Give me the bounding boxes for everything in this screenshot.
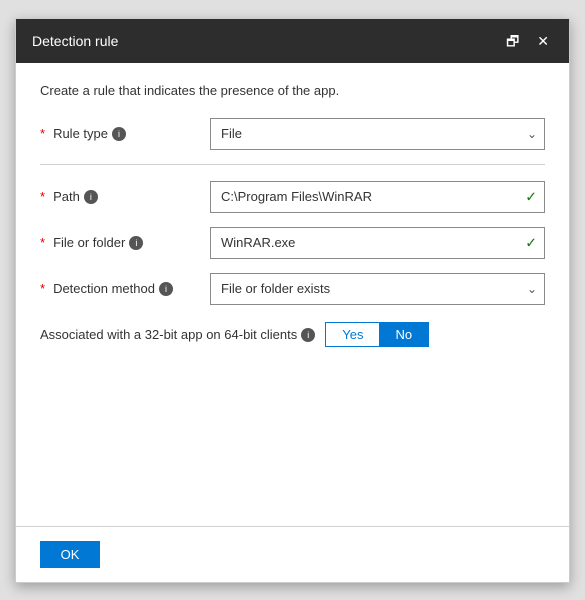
- path-control-wrapper: ✓: [210, 181, 545, 213]
- file-or-folder-control-wrapper: ✓: [210, 227, 545, 259]
- rule-type-row: * Rule type i File Registry MSI product …: [40, 118, 545, 150]
- path-label-text: Path: [53, 189, 80, 204]
- associated-32bit-row: Associated with a 32-bit app on 64-bit c…: [40, 319, 545, 351]
- detection-method-label-text: Detection method: [53, 281, 155, 296]
- required-star-file: *: [40, 235, 45, 250]
- rule-type-control-wrapper: File Registry MSI product code Script ⌄: [210, 118, 545, 150]
- detection-rule-dialog: Detection rule 🗗 ✕ Create a rule that in…: [15, 18, 570, 583]
- path-input[interactable]: [210, 181, 545, 213]
- path-input-wrapper: ✓: [210, 181, 545, 213]
- dialog-title: Detection rule: [32, 33, 118, 49]
- detection-method-select[interactable]: File or folder exists Date modified Date…: [210, 273, 545, 305]
- required-star-detection: *: [40, 281, 45, 296]
- dialog-content: Create a rule that indicates the presenc…: [16, 63, 569, 526]
- rule-type-select[interactable]: File Registry MSI product code Script: [210, 118, 545, 150]
- title-bar-controls: 🗗 ✕: [502, 32, 553, 50]
- associated-32bit-toggle-group: Yes No: [325, 322, 429, 347]
- path-info-icon[interactable]: i: [84, 190, 98, 204]
- associated-32bit-label: Associated with a 32-bit app on 64-bit c…: [40, 327, 315, 342]
- ok-button[interactable]: OK: [40, 541, 100, 568]
- rule-type-select-wrapper: File Registry MSI product code Script ⌄: [210, 118, 545, 150]
- associated-32bit-label-text: Associated with a 32-bit app on 64-bit c…: [40, 327, 297, 342]
- close-button[interactable]: ✕: [533, 32, 553, 50]
- file-or-folder-label: * File or folder i: [40, 235, 210, 250]
- required-star-rule-type: *: [40, 126, 45, 141]
- detection-method-info-icon[interactable]: i: [159, 282, 173, 296]
- detection-method-row: * Detection method i File or folder exis…: [40, 273, 545, 305]
- rule-type-label: * Rule type i: [40, 126, 210, 141]
- detection-method-label: * Detection method i: [40, 281, 210, 296]
- detection-method-select-wrapper: File or folder exists Date modified Date…: [210, 273, 545, 305]
- title-bar: Detection rule 🗗 ✕: [16, 19, 569, 63]
- file-or-folder-row: * File or folder i ✓: [40, 227, 545, 259]
- file-or-folder-input[interactable]: [210, 227, 545, 259]
- file-or-folder-input-wrapper: ✓: [210, 227, 545, 259]
- restore-button[interactable]: 🗗: [502, 32, 523, 50]
- rule-type-info-icon[interactable]: i: [112, 127, 126, 141]
- associated-32bit-yes-button[interactable]: Yes: [326, 323, 379, 346]
- associated-32bit-no-button[interactable]: No: [379, 323, 428, 346]
- file-or-folder-info-icon[interactable]: i: [129, 236, 143, 250]
- detection-method-control-wrapper: File or folder exists Date modified Date…: [210, 273, 545, 305]
- associated-32bit-info-icon[interactable]: i: [301, 328, 315, 342]
- dialog-footer: OK: [16, 526, 569, 582]
- required-star-path: *: [40, 189, 45, 204]
- divider: [40, 164, 545, 165]
- rule-type-label-text: Rule type: [53, 126, 108, 141]
- subtitle-text: Create a rule that indicates the presenc…: [40, 83, 545, 98]
- path-row: * Path i ✓: [40, 181, 545, 213]
- file-or-folder-label-text: File or folder: [53, 235, 125, 250]
- path-label: * Path i: [40, 189, 210, 204]
